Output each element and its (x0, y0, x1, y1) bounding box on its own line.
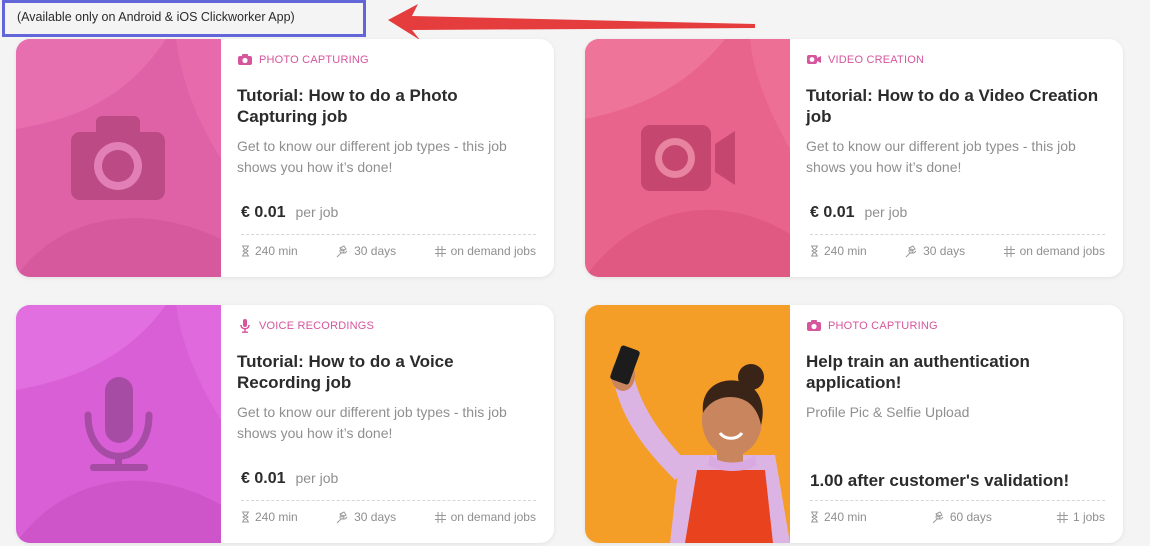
hash-icon (1003, 245, 1015, 257)
hash-icon (434, 245, 446, 257)
job-duration: 240 min (824, 510, 867, 524)
hand-coin-icon (336, 510, 348, 523)
job-card-video-tutorial[interactable]: VIDEO CREATION Tutorial: How to do a Vid… (585, 39, 1123, 277)
divider (810, 500, 1105, 501)
job-count: on demand jobs (450, 510, 536, 524)
camera-icon (238, 54, 252, 65)
job-card-photo-tutorial[interactable]: PHOTO CAPTURING Tutorial: How to do a Ph… (16, 39, 554, 277)
hourglass-icon (242, 511, 249, 523)
red-arrow-annotation (388, 4, 755, 40)
hand-coin-icon (932, 510, 944, 523)
hand-coin-icon (336, 244, 348, 257)
job-title[interactable]: Tutorial: How to do a Video Creation job (806, 85, 1105, 127)
job-price: € 0.01 (241, 470, 286, 487)
job-days: 30 days (354, 244, 397, 258)
job-title[interactable]: Tutorial: How to do a Voice Recording jo… (237, 351, 536, 393)
availability-note-text: (Available only on Android & iOS Clickwo… (17, 10, 295, 24)
job-price-unit: per job (295, 204, 339, 220)
job-category-label: VIDEO CREATION (828, 53, 925, 66)
hourglass-icon (811, 511, 818, 523)
job-reward: 1.00 after customer's validation! (810, 471, 1070, 490)
job-title[interactable]: Tutorial: How to do a Photo Capturing jo… (237, 85, 536, 127)
job-price: € 0.01 (241, 204, 286, 221)
job-category-label: PHOTO CAPTURING (828, 319, 938, 332)
availability-note: (Available only on Android & iOS Clickwo… (2, 0, 366, 37)
hash-icon (434, 511, 446, 523)
job-count: 1 jobs (1072, 510, 1105, 524)
divider (810, 234, 1105, 235)
camera-icon (807, 320, 821, 331)
job-description: Get to know our different job types - th… (237, 138, 507, 175)
job-thumbnail (16, 305, 221, 543)
divider (241, 234, 536, 235)
hourglass-icon (811, 245, 818, 257)
hand-coin-icon (905, 244, 917, 257)
job-category: PHOTO CAPTURING (806, 319, 938, 332)
video-camera-icon (807, 55, 821, 64)
job-description: Get to know our different job types - th… (806, 138, 1076, 175)
job-days: 30 days (354, 510, 397, 524)
job-category: PHOTO CAPTURING (237, 53, 369, 66)
job-duration: 240 min (255, 510, 298, 524)
hourglass-icon (242, 245, 249, 257)
job-thumbnail (16, 39, 221, 277)
divider (241, 500, 536, 501)
job-days: 30 days (923, 244, 966, 258)
job-category-label: PHOTO CAPTURING (259, 53, 369, 66)
job-description: Profile Pic & Selfie Upload (806, 404, 970, 420)
job-category: VOICE RECORDINGS (237, 319, 374, 333)
job-category-label: VOICE RECORDINGS (259, 320, 375, 332)
job-category: VIDEO CREATION (806, 53, 924, 66)
hash-icon (1056, 511, 1068, 523)
job-card-voice-tutorial[interactable]: VOICE RECORDINGS Tutorial: How to do a V… (16, 305, 554, 543)
job-title[interactable]: Help train an authentication application… (806, 351, 1105, 393)
job-duration: 240 min (824, 244, 867, 258)
job-thumbnail (585, 39, 790, 277)
job-description: Get to know our different job types - th… (237, 404, 507, 441)
job-count: on demand jobs (1019, 244, 1105, 258)
job-card-authentication[interactable]: PHOTO CAPTURING Help train an authentica… (585, 305, 1123, 543)
selfie-photo (585, 305, 790, 543)
microphone-icon (240, 319, 250, 333)
job-duration: 240 min (255, 244, 298, 258)
job-price-unit: per job (295, 470, 339, 486)
job-count: on demand jobs (450, 244, 536, 258)
job-price-unit: per job (864, 204, 908, 220)
job-days: 60 days (949, 510, 992, 524)
job-thumbnail (585, 305, 790, 543)
job-price: € 0.01 (810, 204, 855, 221)
